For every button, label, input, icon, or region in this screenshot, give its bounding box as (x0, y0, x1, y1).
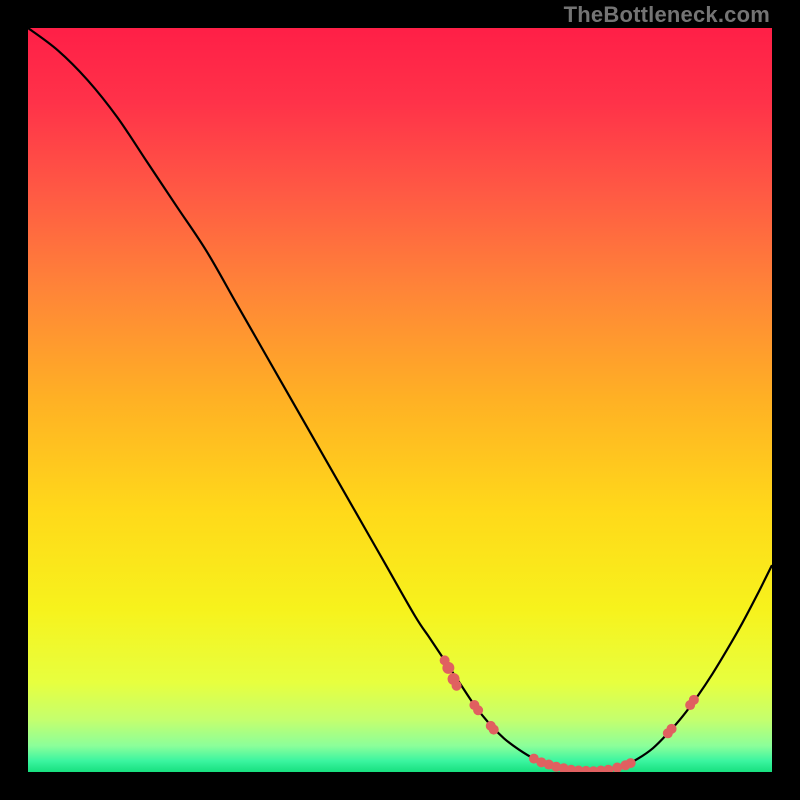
chart-background (28, 28, 772, 772)
data-marker (689, 695, 699, 705)
watermark-text: TheBottleneck.com (564, 2, 770, 28)
data-marker (473, 705, 483, 715)
bottleneck-chart (28, 28, 772, 772)
data-marker (452, 681, 462, 691)
data-marker (442, 662, 454, 674)
data-marker (626, 758, 636, 768)
data-marker (667, 724, 677, 734)
chart-frame (28, 28, 772, 772)
data-marker (489, 725, 499, 735)
